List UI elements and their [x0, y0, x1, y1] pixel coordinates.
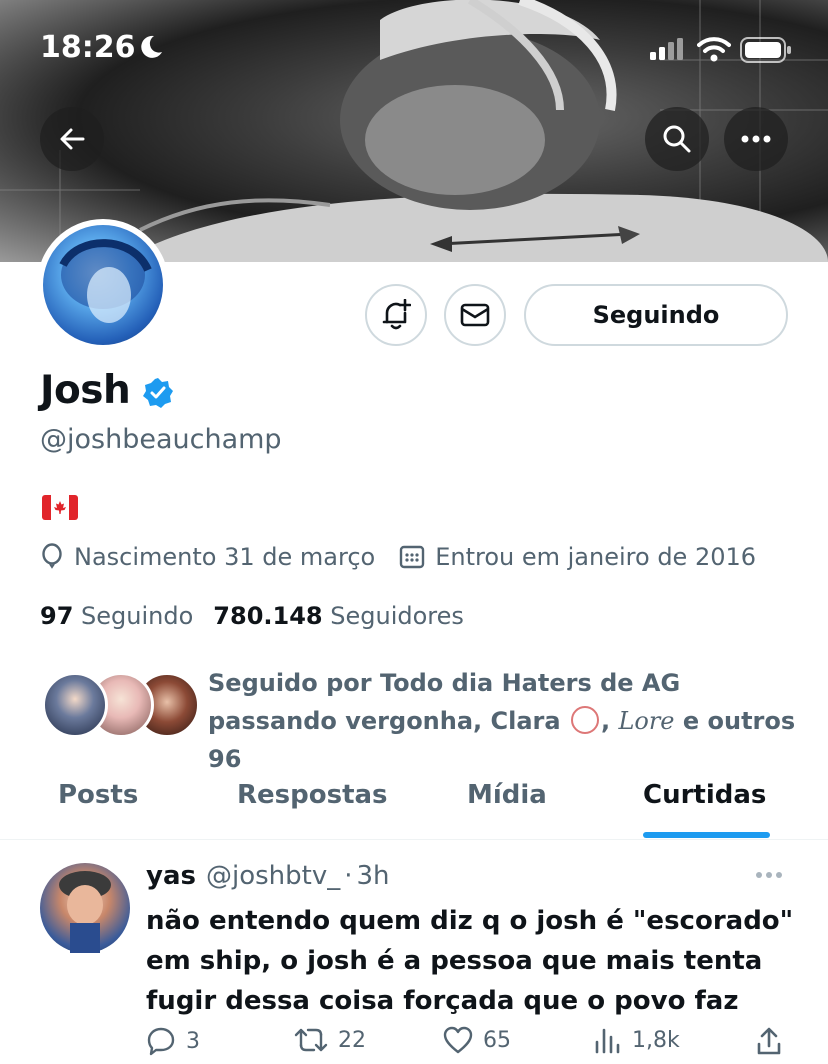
share-icon [757, 1027, 781, 1055]
followers-stat[interactable]: 780.148 Seguidores [213, 602, 464, 630]
cellular-signal-icon [650, 38, 683, 60]
retweet-button[interactable]: 22 [294, 1026, 366, 1054]
status-time: 18:26 [40, 30, 136, 65]
tweet-card[interactable]: yas @joshbtv_ · 3h não entendo quem diz … [0, 841, 828, 1064]
followed-by-section[interactable]: Seguido por Todo dia Haters de AG passan… [40, 662, 820, 773]
like-count: 65 [483, 1027, 511, 1053]
tweet-author-avatar[interactable] [40, 863, 130, 953]
views-button[interactable]: 1,8k [594, 1026, 680, 1054]
wifi-icon [697, 37, 731, 62]
tab-replies[interactable]: Respostas [237, 780, 388, 810]
retweet-icon [294, 1028, 328, 1052]
views-icon [595, 1028, 620, 1054]
tweet-dot: · [344, 861, 353, 891]
tab-posts[interactable]: Posts [58, 780, 138, 810]
followers-label: Seguidores [330, 602, 464, 630]
following-count: 97 [40, 602, 74, 630]
tweet-author-handle[interactable]: @joshbtv_ [206, 861, 340, 891]
followed-by-text: Seguido por Todo dia Haters de AG passan… [208, 664, 808, 778]
follower-avatar [42, 672, 108, 738]
calendar-icon [400, 545, 425, 569]
battery-icon [740, 37, 791, 63]
notifications-button[interactable] [365, 284, 427, 346]
balloon-icon [42, 543, 62, 569]
active-tab-indicator [643, 832, 770, 838]
tab-media[interactable]: Mídia [467, 780, 547, 810]
like-icon [443, 1026, 473, 1054]
do-not-disturb-moon-icon [141, 35, 162, 58]
notification-bell-icon [382, 299, 411, 330]
followed-by-lore: Lore [618, 707, 675, 735]
search-button[interactable] [645, 107, 709, 171]
birthday-item: Nascimento 31 de março [40, 543, 375, 571]
status-bar: 18:26 [0, 0, 828, 100]
followed-by-sep: , [600, 707, 611, 735]
reply-icon [147, 1027, 175, 1056]
tweet-actions: 3 22 65 1,8k [146, 1026, 786, 1062]
like-button[interactable]: 65 [443, 1026, 511, 1054]
back-arrow-icon [60, 128, 85, 150]
retweet-count: 22 [338, 1027, 366, 1053]
followers-count: 780.148 [213, 602, 323, 630]
mail-icon [460, 303, 490, 327]
birthday-text: Nascimento 31 de março [74, 543, 376, 571]
tweet-header: yas @joshbtv_ · 3h [146, 861, 390, 891]
tweet-more-icon[interactable] [755, 871, 783, 879]
followed-by-prefix: Seguido por Todo dia Haters de AG passan… [208, 669, 681, 735]
profile-handle: @joshbeauchamp [40, 424, 282, 455]
seal-emoji-icon [570, 706, 599, 734]
views-count: 1,8k [632, 1027, 680, 1053]
profile-name-row: Josh [40, 368, 174, 413]
share-button[interactable] [756, 1026, 792, 1056]
message-button[interactable] [444, 284, 506, 346]
profile-meta: Nascimento 31 de março Entrou em janeiro… [40, 543, 756, 571]
profile-avatar[interactable] [37, 219, 169, 351]
maple-leaf-icon [54, 501, 66, 514]
more-icon [741, 135, 771, 143]
tweet-time[interactable]: 3h [356, 861, 389, 891]
profile-name: Josh [40, 368, 131, 413]
search-icon [663, 125, 691, 153]
following-button[interactable]: Seguindo [524, 284, 788, 346]
reply-count: 3 [186, 1028, 200, 1054]
tweet-author-name[interactable]: yas [146, 861, 196, 891]
verified-badge-icon[interactable] [142, 377, 174, 409]
joined-text: Entrou em janeiro de 2016 [435, 543, 757, 571]
tab-likes[interactable]: Curtidas [643, 780, 766, 810]
more-options-button[interactable] [724, 107, 788, 171]
follow-stats: 97 Seguindo 780.148 Seguidores [40, 602, 464, 630]
back-button[interactable] [40, 107, 104, 171]
tweet-text: não entendo quem diz q o josh é "escorad… [146, 906, 794, 1016]
reply-button[interactable]: 3 [146, 1026, 200, 1056]
following-label: Seguindo [81, 602, 194, 630]
following-stat[interactable]: 97 Seguindo [40, 602, 193, 630]
profile-tabs: Posts Respostas Mídia Curtidas [0, 770, 828, 840]
joined-item: Entrou em janeiro de 2016 [399, 543, 756, 571]
